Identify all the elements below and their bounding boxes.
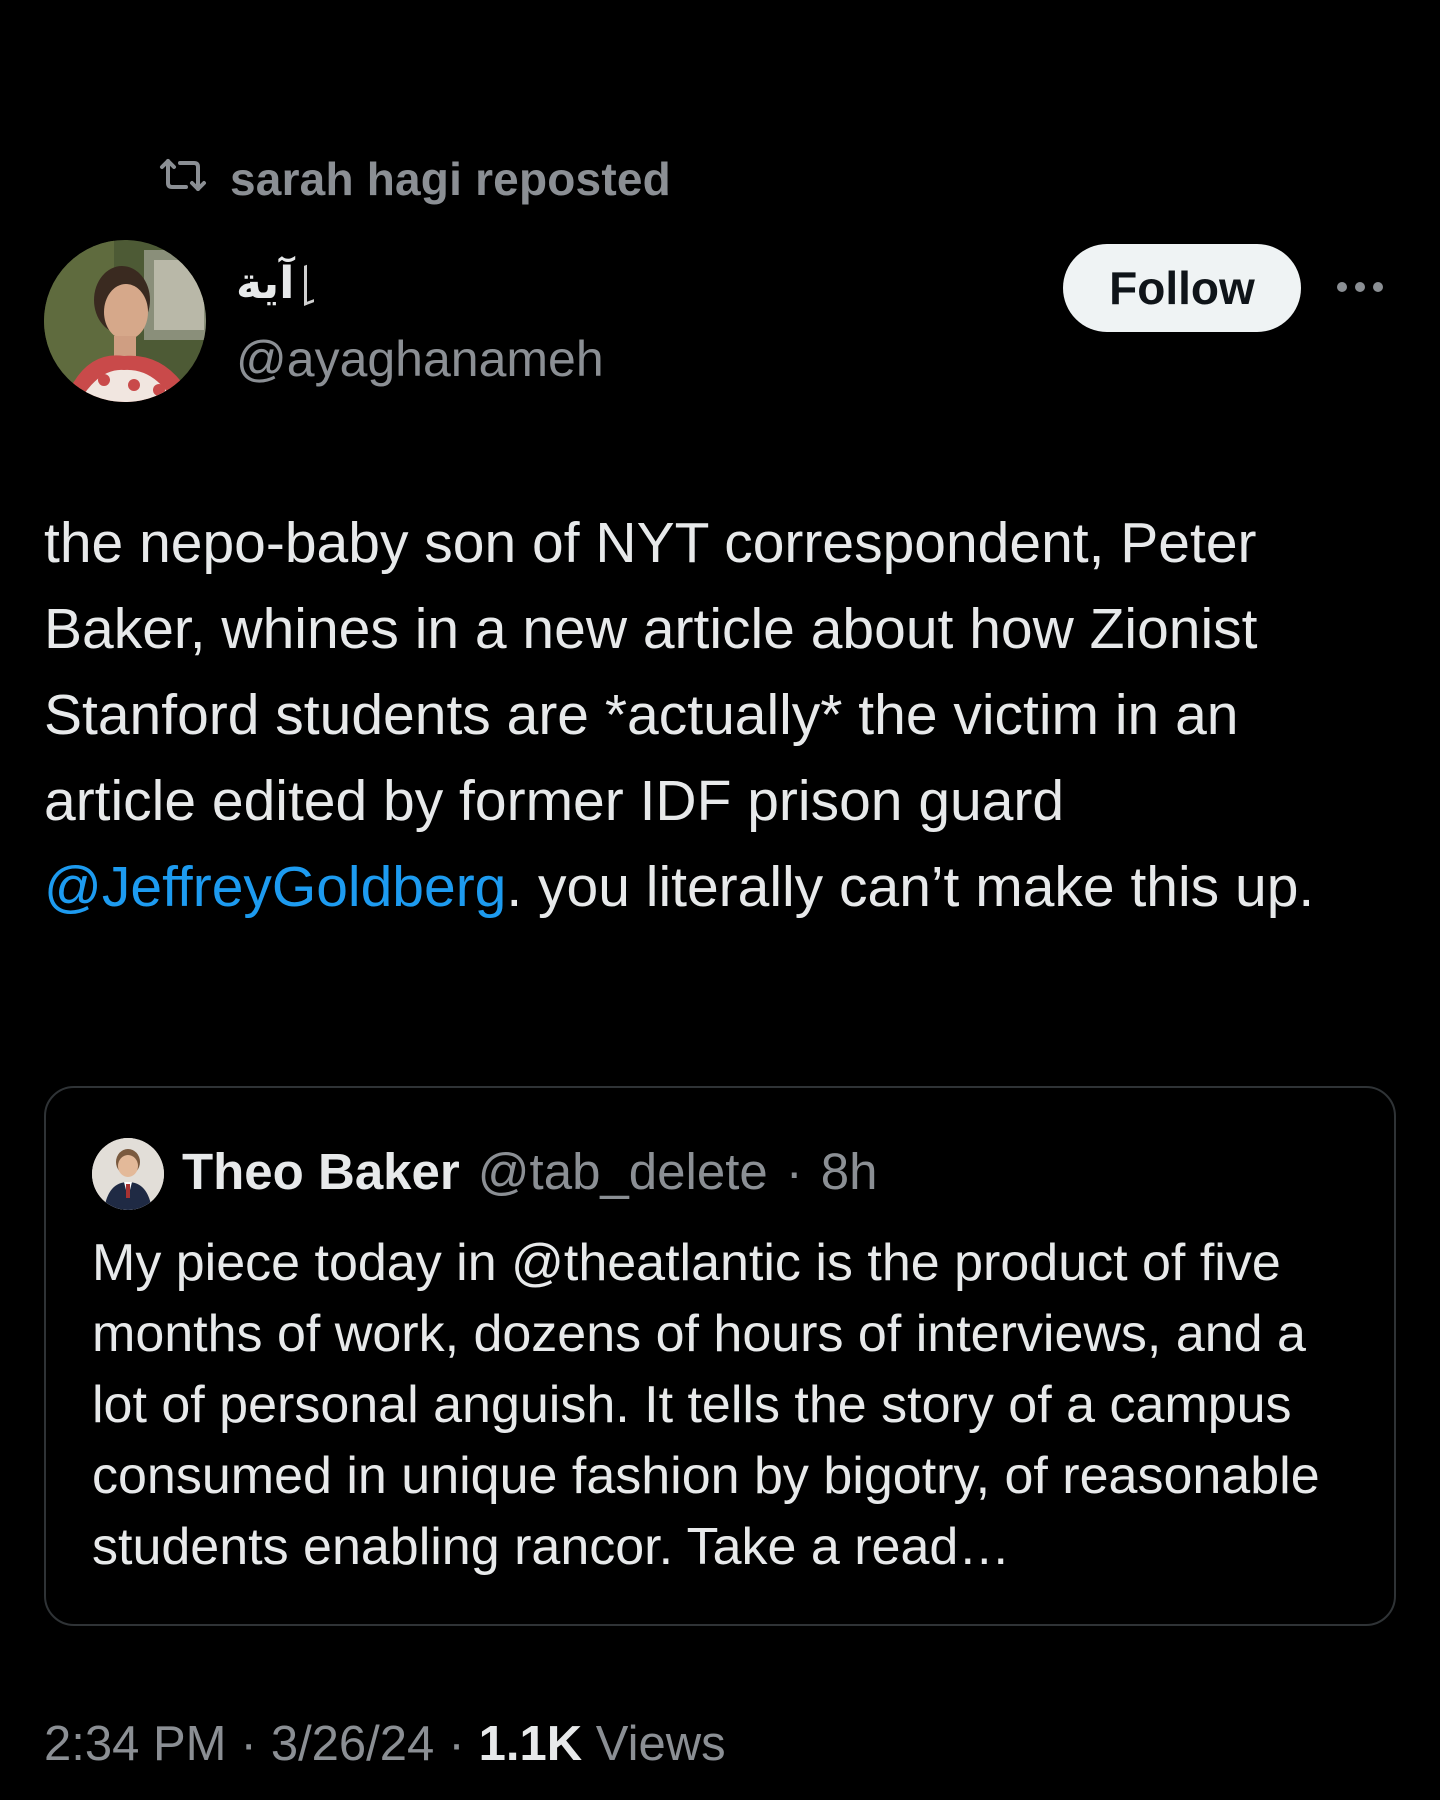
repost-icon bbox=[158, 152, 208, 206]
author-avatar[interactable] bbox=[44, 240, 206, 402]
author-display-name[interactable]: آية bbox=[236, 258, 315, 309]
display-name-text: آية bbox=[236, 259, 295, 308]
quoted-header: Theo Baker @tab_delete · 8h bbox=[182, 1142, 877, 1201]
name-emoji-icon bbox=[304, 261, 315, 306]
more-icon[interactable] bbox=[1330, 262, 1390, 312]
author-handle[interactable]: @ayaghanameh bbox=[236, 330, 604, 388]
quoted-name[interactable]: Theo Baker bbox=[182, 1142, 460, 1201]
quoted-tweet[interactable]: Theo Baker @tab_delete · 8h My piece tod… bbox=[44, 1086, 1396, 1626]
mention-link[interactable]: @JeffreyGoldberg bbox=[44, 855, 506, 919]
tweet-meta: 2:34 PM · 3/26/24 · 1.1K Views bbox=[44, 1716, 726, 1772]
quoted-text: My piece today in @theatlantic is the pr… bbox=[92, 1234, 1320, 1576]
views-count: 1.1K bbox=[478, 1717, 583, 1771]
tweet-text: the nepo-baby son of NYT correspondent, … bbox=[44, 500, 1404, 930]
quoted-handle[interactable]: @tab_delete bbox=[478, 1142, 768, 1201]
quoted-avatar[interactable] bbox=[92, 1138, 164, 1210]
tweet-text-after: . you literally can’t make this up. bbox=[506, 855, 1315, 919]
repost-indicator[interactable]: sarah hagi reposted bbox=[158, 152, 671, 206]
tweet-text-before: the nepo-baby son of NYT correspondent, … bbox=[44, 511, 1274, 833]
tweet-detail-page: sarah hagi reposted آية @ayaghanameh Fol… bbox=[0, 0, 1440, 1800]
meta-date[interactable]: 3/26/24 bbox=[271, 1716, 435, 1772]
meta-separator: · bbox=[240, 1717, 257, 1771]
follow-button[interactable]: Follow bbox=[1063, 244, 1301, 332]
views-label: Views bbox=[595, 1717, 726, 1771]
meta-time[interactable]: 2:34 PM bbox=[44, 1716, 226, 1772]
quoted-separator: · bbox=[785, 1143, 803, 1200]
repost-label: sarah hagi reposted bbox=[230, 153, 671, 205]
quoted-time[interactable]: 8h bbox=[821, 1142, 878, 1201]
meta-separator: · bbox=[448, 1717, 465, 1771]
views[interactable]: 1.1K Views bbox=[479, 1716, 726, 1772]
